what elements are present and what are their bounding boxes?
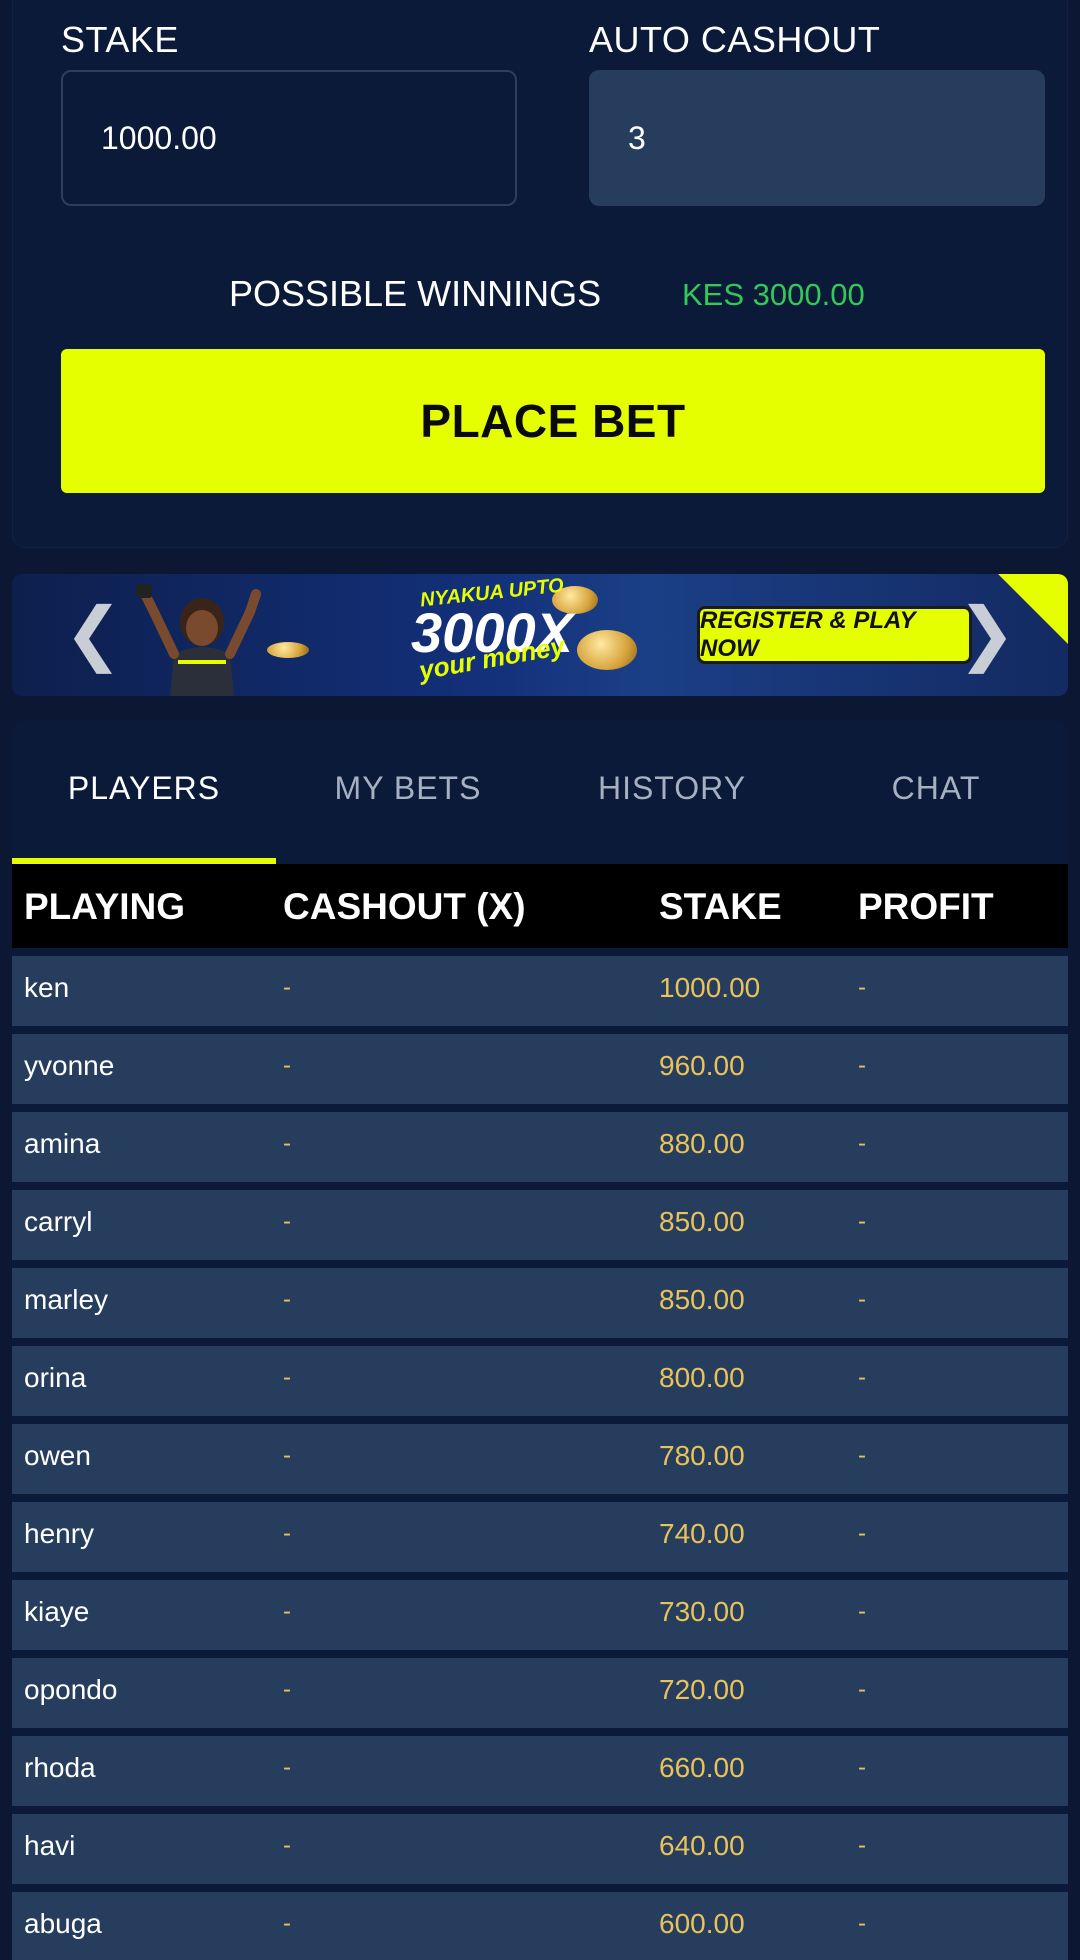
stake-value: 740.00	[659, 1518, 745, 1549]
promo-person-image	[136, 584, 261, 696]
auto-cashout-input[interactable]: 3	[589, 70, 1045, 206]
tab-my-bets[interactable]: MY BETS	[276, 770, 540, 807]
table-row: orina - 800.00 -	[12, 1346, 1068, 1416]
stake-value: 800.00	[659, 1362, 745, 1393]
table-row: ken - 1000.00 -	[12, 956, 1068, 1026]
cashout-value: -	[283, 1910, 291, 1937]
cashout-value: -	[283, 1676, 291, 1703]
table-row: owen - 780.00 -	[12, 1424, 1068, 1494]
stake-value: 880.00	[659, 1128, 745, 1159]
profit-value: -	[858, 1676, 866, 1703]
player-name: rhoda	[24, 1752, 96, 1783]
players-panel: PLAYERS MY BETS HISTORY CHAT PLAYING CAS…	[12, 720, 1068, 1960]
table-row: opondo - 720.00 -	[12, 1658, 1068, 1728]
header-cashout: CASHOUT (X)	[283, 886, 526, 927]
auto-cashout-value: 3	[628, 120, 646, 156]
player-name: owen	[24, 1440, 91, 1471]
table-row: abuga - 600.00 -	[12, 1892, 1068, 1960]
promo-banner[interactable]: ❮ NYAKUA UPTO 3000X your money REGISTER …	[12, 574, 1068, 696]
profit-value: -	[858, 1910, 866, 1937]
player-name: ken	[24, 972, 70, 1003]
player-name: henry	[24, 1518, 95, 1549]
table-row: carryl - 850.00 -	[12, 1190, 1068, 1260]
stake-label: STAKE	[61, 19, 179, 60]
profit-value: -	[858, 1286, 866, 1313]
stake-value: 600.00	[659, 1908, 745, 1939]
tab-players[interactable]: PLAYERS	[12, 770, 276, 807]
banner-corner-accent	[998, 574, 1068, 644]
cashout-value: -	[283, 1130, 291, 1157]
tab-chat[interactable]: CHAT	[804, 770, 1068, 807]
tab-history[interactable]: HISTORY	[540, 770, 804, 807]
stake-input-value: 1000.00	[101, 120, 217, 156]
cashout-value: -	[283, 1598, 291, 1625]
profit-value: -	[858, 1754, 866, 1781]
profit-value: -	[858, 1520, 866, 1547]
header-profit: PROFIT	[858, 886, 994, 927]
header-playing: PLAYING	[24, 886, 186, 927]
profit-value: -	[858, 1598, 866, 1625]
cashout-value: -	[283, 974, 291, 1001]
possible-winnings-label: POSSIBLE WINNINGS	[229, 273, 602, 314]
tab-bar: PLAYERS MY BETS HISTORY CHAT	[12, 720, 1068, 864]
cashout-value: -	[283, 1754, 291, 1781]
player-name: carryl	[24, 1206, 93, 1237]
player-name: orina	[24, 1362, 87, 1393]
register-play-button[interactable]: REGISTER & PLAY NOW	[697, 606, 972, 664]
coin-icon	[267, 642, 309, 658]
stake-value: 960.00	[659, 1050, 745, 1081]
stake-value: 660.00	[659, 1752, 745, 1783]
stake-value: 1000.00	[659, 972, 761, 1003]
table-row: yvonne - 960.00 -	[12, 1034, 1068, 1104]
player-name: amina	[24, 1128, 101, 1159]
profit-value: -	[858, 1052, 866, 1079]
profit-value: -	[858, 1130, 866, 1157]
player-name: abuga	[24, 1908, 102, 1939]
cashout-value: -	[283, 1208, 291, 1235]
cashout-value: -	[283, 1364, 291, 1391]
player-name: havi	[24, 1830, 76, 1861]
cashout-value: -	[283, 1832, 291, 1859]
table-row: amina - 880.00 -	[12, 1112, 1068, 1182]
place-bet-button[interactable]: PLACE BET	[61, 349, 1045, 493]
table-header: PLAYING CASHOUT (X) STAKE PROFIT	[12, 864, 1068, 948]
auto-cashout-label: AUTO CASHOUT	[589, 19, 881, 60]
possible-winnings-value: KES 3000.00	[682, 277, 865, 312]
stake-value: 850.00	[659, 1284, 745, 1315]
cashout-value: -	[283, 1052, 291, 1079]
player-name: marley	[24, 1284, 109, 1315]
profit-value: -	[858, 1442, 866, 1469]
table-row: kiaye - 730.00 -	[12, 1580, 1068, 1650]
stake-input[interactable]: 1000.00	[61, 70, 517, 206]
player-name: yvonne	[24, 1050, 115, 1081]
table-row: henry - 740.00 -	[12, 1502, 1068, 1572]
stake-value: 720.00	[659, 1674, 745, 1705]
cashout-value: -	[283, 1286, 291, 1313]
table-row: havi - 640.00 -	[12, 1814, 1068, 1884]
players-table-body: ken -1000.00- yvonne -960.00- amina -880.00- c…	[12, 948, 1068, 1960]
profit-value: -	[858, 974, 866, 1001]
player-name: opondo	[24, 1674, 118, 1705]
bet-panel: STAKE AUTO CASHOUT 1000.00 3 POSSIBLE WI…	[12, 0, 1068, 548]
cashout-value: -	[283, 1442, 291, 1469]
profit-value: -	[858, 1832, 866, 1859]
stake-value: 780.00	[659, 1440, 745, 1471]
header-stake: STAKE	[659, 886, 782, 927]
cashout-value: -	[283, 1520, 291, 1547]
stake-value: 640.00	[659, 1830, 745, 1861]
banner-headline: NYAKUA UPTO 3000X your money	[397, 575, 587, 686]
table-row: marley - 850.00 -	[12, 1268, 1068, 1338]
stake-value: 730.00	[659, 1596, 745, 1627]
table-row: rhoda - 660.00 -	[12, 1736, 1068, 1806]
profit-value: -	[858, 1208, 866, 1235]
profit-value: -	[858, 1364, 866, 1391]
stake-value: 850.00	[659, 1206, 745, 1237]
player-name: kiaye	[24, 1596, 90, 1627]
